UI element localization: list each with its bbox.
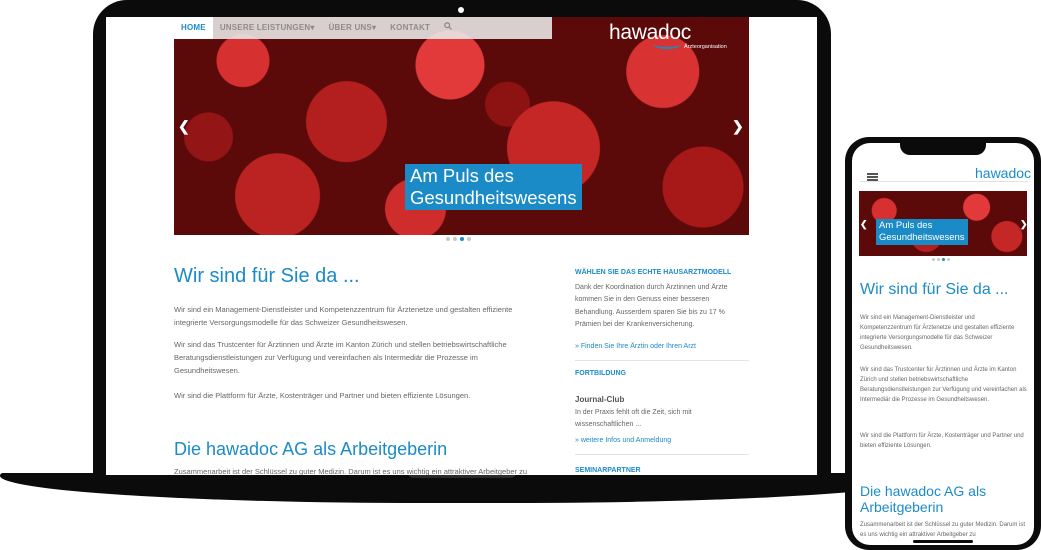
logo-subtitle: Ärzteorganisation bbox=[684, 44, 727, 50]
phone-logo[interactable]: hawadoc bbox=[975, 165, 1031, 181]
logo-swoosh-icon bbox=[653, 39, 681, 49]
phone-intro-paragraph-1: Wir sind ein Management-Dienstleister un… bbox=[860, 315, 1015, 351]
journal-club-text: In der Praxis fehlt oft die Zeit, sich m… bbox=[575, 409, 692, 429]
phone-hero-caption-line2: Gesundheitswesens bbox=[879, 232, 965, 243]
phone-hero-caption: Am Puls des Gesundheitswesens bbox=[876, 219, 968, 245]
phone-section-title-arbeitgeberin: Die hawadoc AG als Arbeitgeberin bbox=[860, 483, 987, 515]
hero-caption: Am Puls des Gesundheitswesens bbox=[405, 164, 582, 210]
phone-notch bbox=[900, 139, 986, 155]
phone-slider-next-arrow-icon[interactable]: ❯ bbox=[1020, 219, 1028, 230]
slider-dot[interactable] bbox=[937, 258, 940, 261]
slider-dot[interactable] bbox=[446, 237, 450, 241]
phone-slider-prev-arrow-icon[interactable]: ❮ bbox=[860, 219, 868, 230]
phone-header-divider bbox=[860, 181, 1028, 182]
phone-intro-paragraph-2: Wir sind das Trustcenter für Ärztinnen u… bbox=[860, 367, 1027, 403]
find-doctor-link[interactable]: » Finden Sie Ihre Ärztin oder Ihren Arzt bbox=[575, 343, 696, 350]
intro-paragraph-1: Wir sind ein Management-Dienstleister un… bbox=[174, 305, 513, 327]
arbeitgeberin-teaser: Zusammenarbeit ist der Schlüssel zu gute… bbox=[174, 467, 528, 475]
slider-dot[interactable] bbox=[467, 237, 471, 241]
dropdown-caret-icon: ▾ bbox=[371, 23, 377, 32]
nav-item-ueber-uns-label: ÜBER UNS bbox=[328, 23, 372, 32]
nav-item-home[interactable]: HOME bbox=[174, 17, 213, 39]
page-title: Wir sind für Sie da ... bbox=[174, 265, 360, 287]
sidebar-title-seminarpartner: SEMINARPARTNER bbox=[575, 467, 641, 474]
section-title-arbeitgeberin: Die hawadoc AG als Arbeitgeberin bbox=[174, 439, 448, 459]
journal-club-title: Journal-Club bbox=[575, 395, 625, 404]
phone-intro-paragraph-3: Wir sind die Plattform für Ärzte, Kosten… bbox=[860, 433, 1024, 449]
slider-dot-active[interactable] bbox=[460, 237, 464, 241]
nav-item-leistungen[interactable]: UNSERE LEISTUNGEN▾ bbox=[213, 17, 322, 39]
hero-caption-line2: Gesundheitswesens bbox=[410, 187, 577, 208]
nav-item-kontakt[interactable]: KONTAKT bbox=[383, 17, 437, 39]
sidebar-divider bbox=[575, 454, 749, 455]
main-navigation: HOME UNSERE LEISTUNGEN▾ ÜBER UNS▾ KONTAK… bbox=[174, 17, 552, 39]
slider-dot[interactable] bbox=[947, 258, 950, 261]
dropdown-caret-icon: ▾ bbox=[310, 23, 315, 32]
phone-arbeitgeberin-teaser: Zusammenarbeit ist der Schlüssel zu gute… bbox=[860, 522, 1026, 538]
hero-caption-line1: Am Puls des bbox=[410, 165, 514, 186]
slider-dots bbox=[446, 237, 471, 241]
slider-next-arrow-icon[interactable]: ❯ bbox=[732, 118, 744, 135]
laptop-camera bbox=[458, 7, 464, 13]
slider-dot[interactable] bbox=[453, 237, 457, 241]
intro-paragraph-3: Wir sind die Plattform für Ärzte, Kosten… bbox=[174, 391, 471, 400]
phone-hero-caption-line1: Am Puls des bbox=[879, 220, 933, 231]
slider-dot-active[interactable] bbox=[942, 258, 945, 261]
slider-dot[interactable] bbox=[932, 258, 935, 261]
sidebar-divider bbox=[575, 360, 749, 361]
journal-club-link[interactable]: » weitere Infos und Anmeldung bbox=[575, 437, 671, 444]
search-icon[interactable] bbox=[437, 17, 459, 39]
phone-home-indicator bbox=[913, 540, 973, 543]
slider-prev-arrow-icon[interactable]: ❮ bbox=[178, 118, 190, 135]
sidebar-title-hausarztmodell: WÄHLEN SIE DAS ECHTE HAUSARZTMODELL bbox=[575, 269, 732, 276]
intro-paragraph-2: Wir sind das Trustcenter für Ärztinnen u… bbox=[174, 340, 507, 375]
phone-page-title: Wir sind für Sie da ... bbox=[860, 281, 1009, 298]
hamburger-menu-icon[interactable] bbox=[867, 173, 878, 175]
nav-item-ueber-uns[interactable]: ÜBER UNS▾ bbox=[322, 17, 384, 39]
nav-item-leistungen-label: UNSERE LEISTUNGEN bbox=[219, 23, 311, 32]
sidebar-text-hausarztmodell: Dank der Koordination durch Ärztinnen un… bbox=[575, 284, 728, 328]
phone-slider-dots bbox=[932, 258, 950, 261]
phone-screen: hawadoc ❮ ❯ Am Puls des Gesundheitswesen… bbox=[852, 143, 1034, 545]
laptop-screen: HOME UNSERE LEISTUNGEN▾ ÜBER UNS▾ KONTAK… bbox=[106, 17, 817, 475]
sidebar-title-fortbildung: FORTBILDUNG bbox=[575, 370, 626, 377]
